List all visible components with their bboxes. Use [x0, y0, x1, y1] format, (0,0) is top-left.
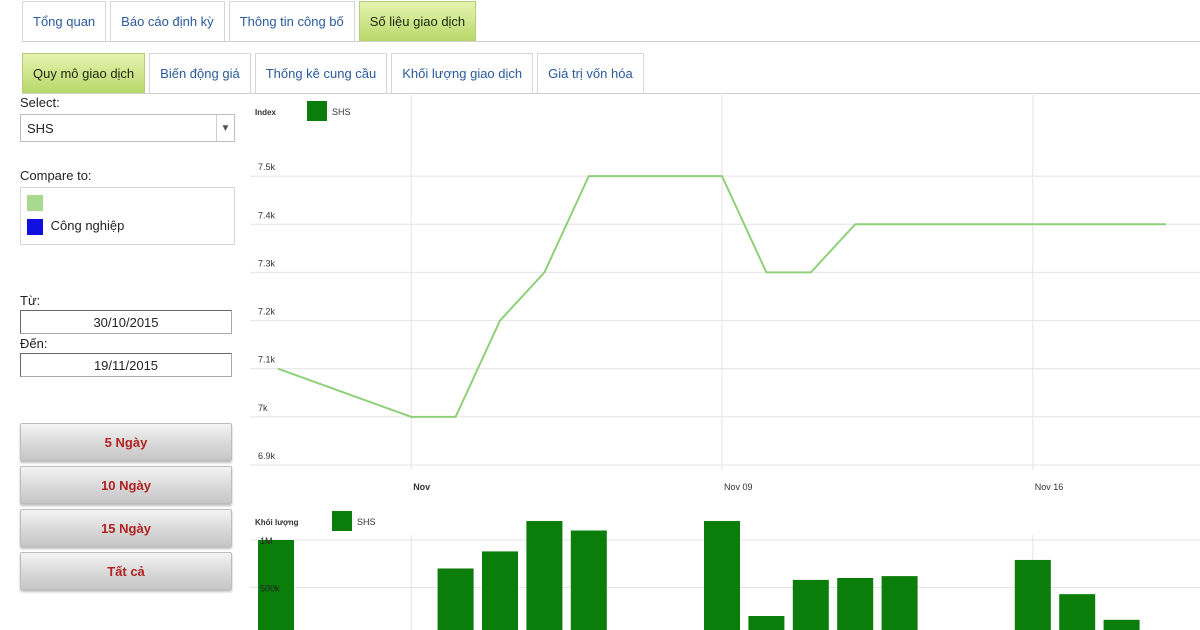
volume-bar [704, 521, 740, 630]
volume-bar [881, 576, 918, 630]
y-tick-label: 7.5k [258, 162, 276, 172]
x-tick-label: Nov [413, 482, 430, 492]
chart-area: Index SHS 6.9k 7k 7.1k 7.2k 7.3k 7.4k 7.5k Nov Nov… [250, 95, 1200, 630]
bar-chart-ylabel: Khối lượng [255, 518, 299, 527]
legend-swatch-icon [307, 101, 327, 121]
filter-panel: Select: SHS ▼ Compare to: Công nghiệp Từ… [20, 95, 235, 590]
volume-bar [1059, 594, 1096, 630]
to-label: Đến: [20, 336, 48, 351]
compare-item[interactable] [27, 194, 228, 214]
stock-select-value: SHS [27, 120, 54, 136]
y-tick-label: 7.2k [258, 307, 276, 317]
volume-bar [837, 578, 874, 630]
compare-label: Compare to: [20, 168, 92, 183]
y-tick-label: 7.1k [258, 355, 276, 365]
y-tick-label: 7.4k [258, 210, 276, 220]
tab-sub-2[interactable]: Thống kê cung cầu [254, 53, 388, 93]
legend-swatch-icon [332, 511, 352, 531]
y-tick-label: 7k [258, 403, 268, 413]
volume-bar [748, 616, 785, 630]
select-label: Select: [20, 95, 60, 110]
color-swatch-icon [27, 194, 43, 211]
chevron-down-icon[interactable]: ▼ [216, 115, 234, 141]
y-tick-label: 7.3k [258, 258, 276, 268]
charts-svg: Index SHS 6.9k 7k 7.1k 7.2k 7.3k 7.4k 7.5k Nov Nov… [250, 95, 1200, 630]
tab-main-3[interactable]: Số liệu giao dịch [358, 1, 477, 41]
tab-sub-0[interactable]: Quy mô giao dịch [22, 53, 146, 93]
from-label: Từ: [20, 293, 41, 308]
volume-bar [482, 551, 518, 630]
compare-item[interactable]: Công nghiệp [27, 218, 228, 235]
volume-bar [1014, 559, 1051, 630]
y-tick-label: 6.9k [258, 451, 276, 461]
compare-list: Công nghiệp [20, 187, 235, 245]
volume-bar [792, 579, 829, 630]
main-tab-bar: Tổng quan Báo cáo định kỳ Thông tin công b… [22, 0, 1200, 42]
range-buttons: 5 Ngày 10 Ngày 15 Ngày Tất cả [20, 423, 235, 590]
volume-bar [570, 530, 607, 630]
tab-sub-4[interactable]: Giá trị vốn hóa [537, 53, 644, 93]
tab-main-2[interactable]: Thông tin công bố [228, 1, 355, 41]
from-date-input[interactable]: 30/10/2015 [20, 310, 232, 334]
to-date-input[interactable]: 19/11/2015 [20, 353, 232, 377]
range-10-days-button[interactable]: 10 Ngày [20, 466, 232, 504]
x-tick-label: Nov 09 [724, 482, 753, 492]
tab-sub-1[interactable]: Biến động giá [149, 53, 251, 93]
volume-bar [526, 521, 563, 630]
tab-main-0[interactable]: Tổng quan [22, 1, 107, 41]
y-tick-label: 500k [260, 584, 280, 594]
volume-bar [1103, 619, 1140, 630]
y-tick-label: 1M [260, 536, 273, 546]
tab-sub-3[interactable]: Khối lượng giao dịch [391, 53, 534, 93]
volume-bar [437, 568, 474, 630]
line-legend-label: SHS [332, 107, 351, 117]
line-chart-ylabel: Index [255, 108, 276, 117]
color-swatch-icon [27, 218, 43, 235]
range-15-days-button[interactable]: 15 Ngày [20, 509, 232, 547]
range-all-button[interactable]: Tất cả [20, 552, 232, 590]
compare-item-label: Công nghiệp [50, 218, 125, 233]
x-tick-label: Nov 16 [1035, 482, 1064, 492]
range-5-days-button[interactable]: 5 Ngày [20, 423, 232, 461]
tab-main-1[interactable]: Báo cáo định kỳ [110, 1, 225, 41]
bar-legend-label: SHS [357, 517, 376, 527]
stock-select[interactable]: SHS ▼ [20, 114, 235, 142]
sub-tab-bar: Quy mô giao dịch Biến động giá Thống kê cu… [22, 52, 1200, 94]
